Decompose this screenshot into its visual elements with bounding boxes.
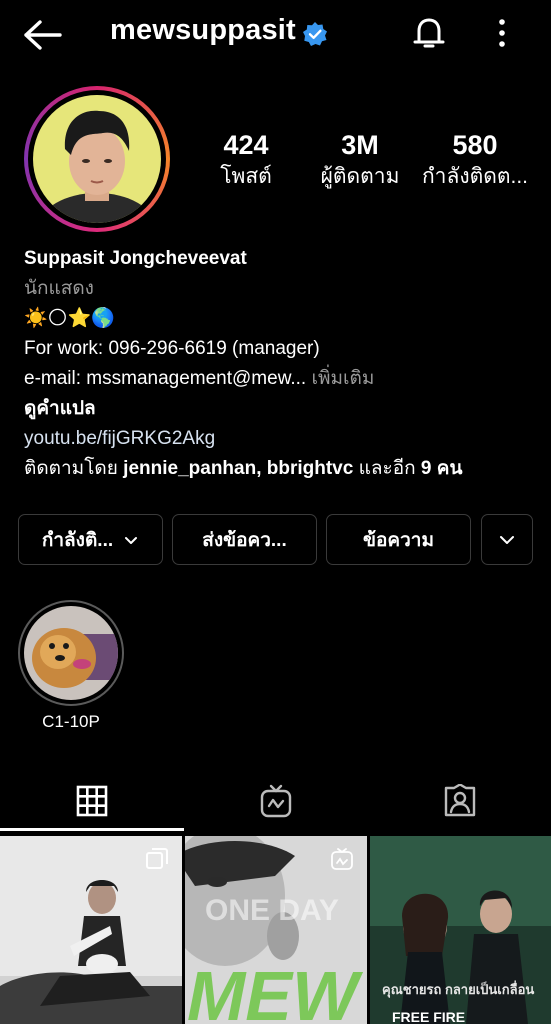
post-thumbnail[interactable]: คุณชายรถ กลายเป็นเกลื่อน FREE FIRE (370, 836, 551, 1024)
full-name: Suppasit Jongcheveevat (24, 248, 247, 269)
following-button[interactable]: กำลังติ... (18, 514, 163, 565)
send-message-button-label: ส่งข้อคว... (202, 529, 287, 551)
suggested-accounts-button[interactable] (481, 514, 533, 565)
chevron-down-icon (125, 536, 138, 544)
following-button-label: กำลังติ... (41, 529, 114, 551)
story-highlight-label: C1-10P (42, 712, 100, 731)
avatar (33, 95, 161, 223)
bio-more-link[interactable]: เพิ่มเติม (312, 368, 375, 389)
bell-icon[interactable] (410, 14, 448, 52)
igtv-icon (331, 848, 353, 870)
followed-by-line[interactable]: ติดตามโดย jennie_panhan, bbrightvc และอี… (24, 454, 534, 484)
profile-tabs (0, 770, 551, 830)
carousel-post-icon (146, 848, 168, 869)
post-title-text: MEW (187, 957, 364, 1024)
tagged-person-icon (444, 784, 476, 817)
posts-count: 424 (223, 130, 269, 160)
more-vertical-icon[interactable] (490, 16, 514, 50)
igtv-icon (260, 784, 292, 818)
post-overlay-text: ONE DAY (205, 894, 339, 927)
message-button[interactable]: ข้อความ (326, 514, 471, 565)
verified-badge-icon (303, 22, 327, 46)
followed-by-count: 9 คน (420, 458, 463, 479)
followed-by-prefix: ติดตามโดย (24, 458, 118, 479)
tab-grid[interactable] (0, 776, 184, 826)
category-label: นักแสดง (24, 278, 94, 299)
bio-email-line: e-mail: mssmanagement@mew... เพิ่มเติม (24, 364, 534, 394)
followers-label: ผู้ติดตาม (320, 165, 400, 188)
tab-tagged[interactable] (368, 776, 551, 826)
followers-count: 3M (341, 130, 379, 160)
posts-label: โพสต์ (220, 165, 272, 188)
followed-by-users: jennie_panhan, bbrightvc (123, 458, 354, 479)
followed-by-suffix: และอีก (358, 458, 416, 479)
bio-work-line: For work: 096-296-6619 (manager) (24, 338, 320, 359)
stat-following[interactable]: 580 กำลังติดต... (420, 128, 530, 192)
post-thumbnail[interactable] (0, 836, 182, 1024)
stat-posts[interactable]: 424 โพสต์ (215, 128, 277, 192)
profile-username: mewsuppasit (110, 14, 296, 46)
following-count: 580 (452, 130, 498, 160)
following-label: กำลังติดต... (421, 165, 529, 188)
chevron-down-icon (500, 535, 514, 544)
grid-icon (76, 785, 108, 817)
profile-bio: Suppasit Jongcheveevat นักแสดง ☀️🌕⭐🌎 For… (24, 244, 534, 484)
profile-avatar-ring[interactable] (24, 86, 170, 232)
bio-website-link[interactable]: youtu.be/fijGRKG2Akg (24, 424, 534, 454)
top-bar: mewsuppasit (0, 0, 551, 68)
bio-email: e-mail: mssmanagement@mew... (24, 368, 307, 389)
tab-igtv[interactable] (184, 776, 368, 826)
arrow-left-icon[interactable] (22, 18, 62, 52)
message-button-label: ข้อความ (363, 529, 434, 551)
bio-emojis: ☀️🌕⭐🌎 (24, 308, 115, 329)
story-highlight[interactable] (18, 600, 124, 706)
send-message-button[interactable]: ส่งข้อคว... (172, 514, 317, 565)
post-bottom-text: FREE FIRE (392, 1009, 465, 1024)
post-overlay-text: คุณชายรถ กลายเป็นเกลื่อน (382, 980, 534, 998)
stat-followers[interactable]: 3M ผู้ติดตาม (318, 128, 402, 192)
translate-link[interactable]: ดูคำแปล (24, 394, 534, 424)
highlight-cover (24, 606, 118, 700)
active-tab-indicator (0, 828, 184, 831)
post-thumbnail[interactable]: ONE DAY MEW (185, 836, 367, 1024)
